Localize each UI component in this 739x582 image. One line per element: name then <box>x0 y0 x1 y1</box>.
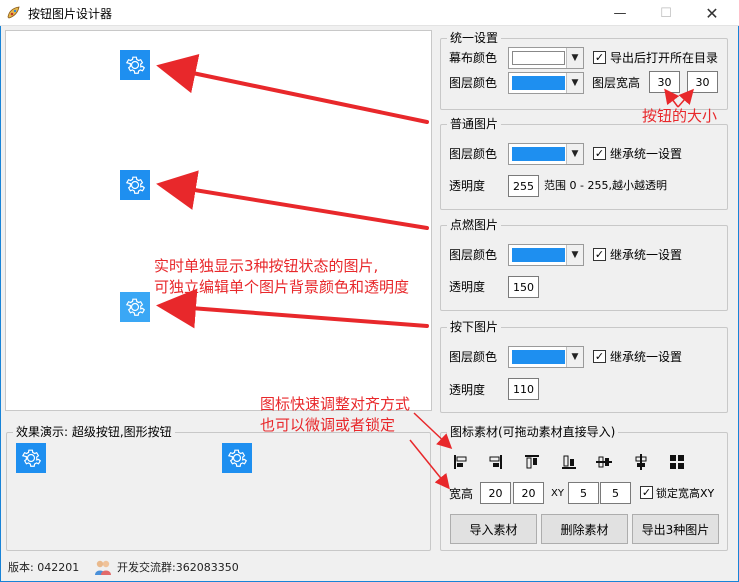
normal-legend: 普通图片 <box>447 117 502 131</box>
demo-group: 效果演示: 超级按钮,图形按钮 <box>6 425 431 551</box>
open-dir-checkbox[interactable]: ✓ <box>593 51 606 64</box>
normal-layer-color-swatch <box>512 147 565 161</box>
minimize-button[interactable]: — <box>597 0 643 26</box>
hover-legend: 点燃图片 <box>447 218 502 232</box>
align-top-icon[interactable] <box>523 453 541 471</box>
pressed-legend: 按下图片 <box>447 320 502 334</box>
layer-color-label: 图层颜色 <box>449 76 498 90</box>
pressed-opacity-label: 透明度 <box>449 383 486 397</box>
align-annotation-line2: 也可以微调或者锁定 <box>260 416 396 434</box>
import-material-button[interactable]: 导入素材 <box>450 514 537 544</box>
pressed-layer-color-swatch <box>512 350 565 364</box>
hover-opacity-input[interactable]: 150 <box>508 276 539 298</box>
chevron-down-icon[interactable]: ▼ <box>566 347 583 367</box>
align-center-vertical-icon[interactable] <box>595 453 613 471</box>
demo-graphic-button[interactable] <box>222 443 252 473</box>
pressed-image-group: 按下图片 <box>440 320 728 413</box>
hover-layer-color-label: 图层颜色 <box>449 248 498 262</box>
hover-layer-color-combo[interactable]: ▼ <box>508 244 584 266</box>
chevron-down-icon[interactable]: ▼ <box>566 245 583 265</box>
align-annotation-line1: 图标快速调整对齐方式 <box>260 395 411 413</box>
gear-icon <box>227 449 248 467</box>
normal-opacity-input[interactable]: 255 <box>508 175 539 197</box>
gear-icon <box>125 298 146 316</box>
align-right-icon[interactable] <box>486 453 504 471</box>
normal-opacity-label: 透明度 <box>449 179 486 193</box>
realtime-annotation-line2: 可独立编辑单个图片背景颜色和透明度 <box>154 278 410 296</box>
pressed-inherit-checkbox[interactable]: ✓ <box>593 350 606 363</box>
chevron-down-icon[interactable]: ▼ <box>566 48 583 68</box>
delete-material-button[interactable]: 删除素材 <box>541 514 628 544</box>
material-y-input[interactable]: 5 <box>600 482 631 504</box>
hover-layer-color-swatch <box>512 248 565 262</box>
layer-width-input[interactable]: 30 <box>649 71 680 93</box>
lock-size-label: 锁定宽高XY <box>656 487 715 500</box>
app-icon <box>7 6 20 19</box>
close-button[interactable]: ✕ <box>689 0 735 26</box>
pressed-layer-color-combo[interactable]: ▼ <box>508 346 584 368</box>
layer-size-label: 图层宽高 <box>592 76 641 90</box>
version-text: 版本: 042201 <box>8 561 80 574</box>
unified-layer-color-combo[interactable]: ▼ <box>508 72 584 94</box>
open-dir-label: 导出后打开所在目录 <box>610 51 719 65</box>
material-x-input[interactable]: 5 <box>568 482 599 504</box>
demo-legend: 效果演示: 超级按钮,图形按钮 <box>13 425 175 439</box>
normal-inherit-label: 继承统一设置 <box>610 147 683 161</box>
materials-legend: 图标素材(可拖动素材直接导入) <box>447 425 619 439</box>
opacity-range-hint: 范围 0 - 255,越小越透明 <box>544 179 667 192</box>
align-center-horizontal-icon[interactable] <box>632 453 650 471</box>
grid-icon[interactable] <box>668 453 686 471</box>
demo-super-button[interactable] <box>16 443 46 473</box>
normal-layer-color-label: 图层颜色 <box>449 147 498 161</box>
unified-settings-group: 统一设置 <box>440 31 728 110</box>
export-images-button[interactable]: 导出3种图片 <box>632 514 719 544</box>
preview-pressed-button[interactable] <box>120 292 150 322</box>
hover-image-group: 点燃图片 <box>440 218 728 311</box>
size-annotation: 按钮的大小 <box>642 107 718 125</box>
normal-image-group: 普通图片 <box>440 117 728 210</box>
pressed-layer-color-label: 图层颜色 <box>449 350 498 364</box>
preview-canvas <box>5 30 432 411</box>
lock-size-checkbox[interactable]: ✓ <box>640 486 653 499</box>
align-bottom-icon[interactable] <box>560 453 578 471</box>
material-height-input[interactable]: 20 <box>513 482 544 504</box>
material-xy-label: XY <box>551 488 564 499</box>
material-width-input[interactable]: 20 <box>480 482 511 504</box>
window-title: 按钮图片设计器 <box>28 7 113 21</box>
preview-normal-button[interactable] <box>120 50 150 80</box>
normal-layer-color-combo[interactable]: ▼ <box>508 143 584 165</box>
maximize-button[interactable]: ☐ <box>643 0 689 26</box>
chevron-down-icon[interactable]: ▼ <box>566 73 583 93</box>
gear-icon <box>21 449 42 467</box>
dev-group-text: 开发交流群:362083350 <box>117 561 239 574</box>
users-icon <box>95 560 111 575</box>
hover-opacity-label: 透明度 <box>449 280 486 294</box>
unified-layer-color-swatch <box>512 76 565 90</box>
hover-inherit-checkbox[interactable]: ✓ <box>593 248 606 261</box>
material-size-label: 宽高 <box>449 487 474 501</box>
align-left-icon[interactable] <box>452 453 470 471</box>
gear-icon <box>125 56 146 74</box>
hover-inherit-label: 继承统一设置 <box>610 248 683 262</box>
chevron-down-icon[interactable]: ▼ <box>566 144 583 164</box>
canvas-color-label: 幕布颜色 <box>449 51 498 65</box>
canvas-color-combo[interactable]: ▼ <box>508 47 584 69</box>
realtime-annotation-line1: 实时单独显示3种按钮状态的图片, <box>154 257 379 275</box>
title-bar: 按钮图片设计器 — ☐ ✕ <box>0 0 739 26</box>
pressed-inherit-label: 继承统一设置 <box>610 350 683 364</box>
unified-legend: 统一设置 <box>447 31 502 45</box>
normal-inherit-checkbox[interactable]: ✓ <box>593 147 606 160</box>
layer-height-input[interactable]: 30 <box>687 71 718 93</box>
pressed-opacity-input[interactable]: 110 <box>508 378 539 400</box>
preview-hover-button[interactable] <box>120 170 150 200</box>
canvas-color-swatch <box>512 51 565 65</box>
gear-icon <box>125 176 146 194</box>
